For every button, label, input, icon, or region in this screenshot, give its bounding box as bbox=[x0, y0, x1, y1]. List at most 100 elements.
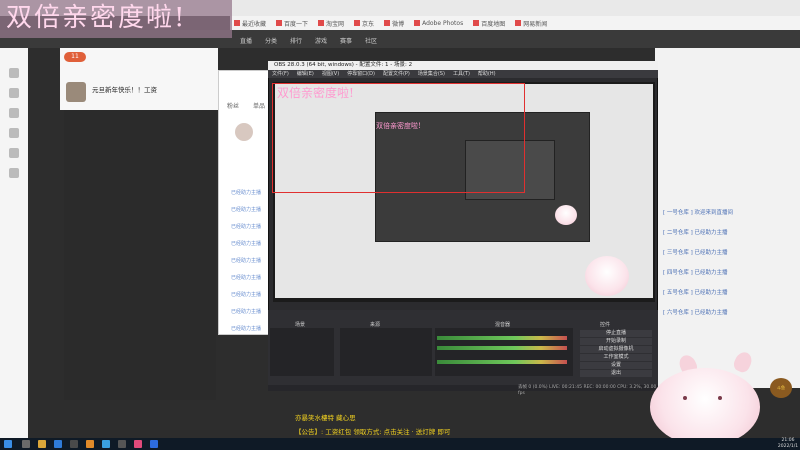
bookmark-icon bbox=[276, 20, 283, 26]
scenes-list[interactable] bbox=[270, 328, 334, 376]
menu-edit[interactable]: 编辑(E) bbox=[297, 70, 314, 78]
list-item: 已经助力主播 bbox=[231, 275, 262, 281]
list-item: 已经助力主播 bbox=[231, 258, 262, 264]
bookmark-icon bbox=[318, 20, 325, 26]
settings-button[interactable]: 设置 bbox=[580, 362, 652, 369]
list-item: 已经助力主播 bbox=[231, 224, 262, 230]
sources-list[interactable] bbox=[340, 328, 432, 376]
menu-help[interactable]: 帮助(H) bbox=[478, 70, 496, 78]
menu-scene-collection[interactable]: 场景集合(S) bbox=[418, 70, 445, 78]
caption-line-1: 亦暴笑水樓特 藏心思 bbox=[295, 414, 356, 422]
chat-message: [ 一号仓库 ] 欢迎来到直播间 bbox=[663, 210, 734, 216]
bookmark-item[interactable]: 京东 bbox=[354, 19, 374, 28]
dock-sources-header: 来源 bbox=[370, 322, 381, 328]
app-icon[interactable] bbox=[86, 440, 94, 448]
bookmark-item[interactable]: 百度地图 bbox=[473, 19, 505, 28]
avatar bbox=[235, 123, 253, 141]
bookmark-item[interactable]: 淘宝网 bbox=[318, 19, 344, 28]
app-icon[interactable] bbox=[150, 440, 158, 448]
windows-start-icon[interactable] bbox=[4, 440, 12, 448]
mascot-medium bbox=[585, 256, 629, 296]
video-player[interactable] bbox=[64, 110, 216, 400]
dock-scenes-header: 场景 bbox=[295, 322, 306, 328]
nav-link[interactable]: 排行 bbox=[290, 36, 302, 45]
edge-icon[interactable] bbox=[54, 440, 62, 448]
nav-link[interactable]: 分类 bbox=[265, 36, 277, 45]
stream-header: 11 元旦新年快乐！！工资 bbox=[60, 48, 218, 110]
source-bounding-box[interactable] bbox=[272, 83, 525, 193]
left-sidebar bbox=[0, 48, 28, 438]
bookmark-icon bbox=[515, 20, 522, 26]
audio-meter bbox=[437, 346, 567, 350]
nav-link[interactable]: 直播 bbox=[240, 36, 252, 45]
search-icon[interactable] bbox=[22, 440, 30, 448]
exit-button[interactable]: 退出 bbox=[580, 370, 652, 377]
chat-message: [ 三号仓库 ] 已经助力主播 bbox=[663, 250, 728, 256]
menu-file[interactable]: 文件(F) bbox=[272, 70, 289, 78]
app-icon[interactable] bbox=[118, 440, 126, 448]
app-icon[interactable] bbox=[134, 440, 142, 448]
bookmark-item[interactable]: 微博 bbox=[384, 19, 404, 28]
mascot-small bbox=[555, 205, 577, 225]
caption-line-2: 【公告】: 工资红包 领取方式: 点击关注 · 送灯牌 即可 bbox=[295, 428, 451, 436]
clock-date: 2022/1/1 bbox=[777, 444, 799, 449]
bookmark-item[interactable]: Adobe Photos bbox=[414, 20, 463, 27]
studio-mode-button[interactable]: 工作室模式 bbox=[580, 354, 652, 361]
nav-link[interactable]: 游戏 bbox=[315, 36, 327, 45]
video-icon[interactable] bbox=[9, 128, 19, 138]
chat-message: [ 五号仓库 ] 已经助力主播 bbox=[663, 290, 728, 296]
title-overlay: 双倍亲密度啦! bbox=[0, 0, 232, 38]
list-item: 已经助力主播 bbox=[231, 241, 262, 247]
start-recording-button[interactable]: 开始录制 bbox=[580, 338, 652, 345]
bookmark-icon bbox=[354, 20, 361, 26]
nav-link[interactable]: 赛事 bbox=[340, 36, 352, 45]
obs-taskbar-icon[interactable] bbox=[70, 440, 78, 448]
audio-meter bbox=[437, 336, 567, 340]
nav-link[interactable]: 社区 bbox=[365, 36, 377, 45]
bookmark-item[interactable]: 网易新闻 bbox=[515, 19, 547, 28]
category-icon[interactable] bbox=[9, 108, 19, 118]
popup-tab-fans[interactable]: 粉丝 bbox=[227, 101, 239, 110]
obs-status-bar: 丢帧 0 (0.0%) LIVE: 00:21:45 REC: 00:00:00… bbox=[268, 385, 658, 396]
chat-message: [ 四号仓库 ] 已经助力主播 bbox=[663, 270, 728, 276]
mascot-large bbox=[650, 368, 760, 446]
virtual-camera-button[interactable]: 启动虚拟摄像机 bbox=[580, 346, 652, 353]
list-item: 已经助力主播 bbox=[231, 190, 262, 196]
list-item: 已经助力主播 bbox=[231, 309, 262, 315]
chat-panel: [ 一号仓库 ] 欢迎来到直播间 [ 二号仓库 ] 已经助力主播 [ 三号仓库 … bbox=[655, 48, 800, 388]
douyu-logo: 斗鱼 bbox=[770, 378, 792, 398]
popup-tab-gift[interactable]: 单品 bbox=[253, 101, 265, 110]
menu-view[interactable]: 视图(V) bbox=[322, 70, 339, 78]
home-icon[interactable] bbox=[9, 68, 19, 78]
menu-tools[interactable]: 工具(T) bbox=[453, 70, 470, 78]
mascot-eye bbox=[718, 396, 722, 400]
list-item: 已经助力主播 bbox=[231, 326, 262, 332]
chat-message: [ 二号仓库 ] 已经助力主播 bbox=[663, 230, 728, 236]
explorer-icon[interactable] bbox=[38, 440, 46, 448]
level-badge: 11 bbox=[64, 52, 86, 62]
bookmarks-bar: 最近收藏 百度一下 淘宝网 京东 微博 Adobe Photos 百度地图 网易… bbox=[230, 16, 800, 30]
audio-meter bbox=[437, 360, 567, 364]
obs-menubar: 文件(F) 编辑(E) 视图(V) 停靠窗口(D) 配置文件(P) 场景集合(S… bbox=[268, 70, 658, 78]
bookmark-item[interactable]: 百度一下 bbox=[276, 19, 308, 28]
chat-message: [ 六号仓库 ] 已经助力主播 bbox=[663, 310, 728, 316]
obs-title-bar: OBS 28.0.3 (64 bit, windows) - 配置文件: 1 -… bbox=[268, 61, 658, 70]
streamer-avatar[interactable] bbox=[66, 82, 86, 102]
bookmark-icon bbox=[414, 20, 421, 26]
menu-docks[interactable]: 停靠窗口(D) bbox=[347, 70, 375, 78]
follow-icon[interactable] bbox=[9, 88, 19, 98]
taskbar-clock[interactable]: 21:06 2022/1/1 bbox=[776, 438, 800, 450]
mascot-eye bbox=[683, 396, 687, 400]
menu-profile[interactable]: 配置文件(P) bbox=[383, 70, 410, 78]
list-item: 已经助力主播 bbox=[231, 207, 262, 213]
list-item: 已经助力主播 bbox=[231, 292, 262, 298]
game-icon[interactable] bbox=[9, 148, 19, 158]
more-icon[interactable] bbox=[9, 168, 19, 178]
dock-controls-header: 控件 bbox=[600, 322, 611, 328]
bookmark-icon bbox=[384, 20, 391, 26]
bookmark-item[interactable]: 最近收藏 bbox=[234, 19, 266, 28]
bookmark-icon bbox=[234, 20, 240, 26]
app-icon[interactable] bbox=[102, 440, 110, 448]
stream-title: 元旦新年快乐！！工资 bbox=[92, 86, 157, 94]
stop-streaming-button[interactable]: 停止直播 bbox=[580, 330, 652, 337]
